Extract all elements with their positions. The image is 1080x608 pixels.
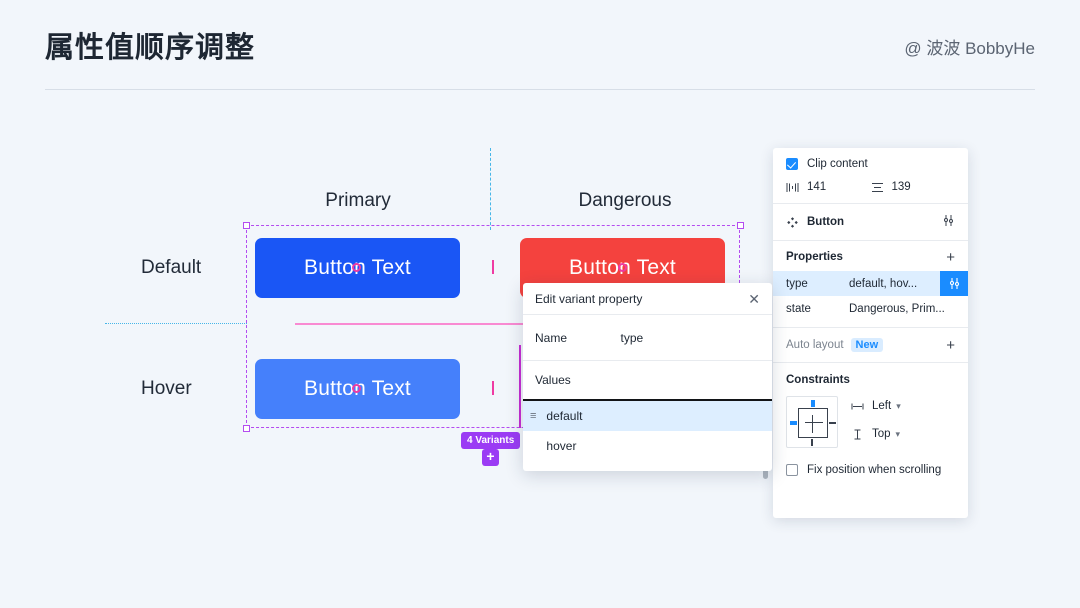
- chevron-down-icon[interactable]: ▾: [896, 401, 901, 412]
- constraints-widget[interactable]: [786, 396, 838, 448]
- dialog-title: Edit variant property: [535, 292, 642, 306]
- inspector-section-autolayout: Auto layout New +: [773, 328, 968, 363]
- property-row-type[interactable]: type default, hov...: [773, 271, 968, 296]
- variant-edge-marker: [519, 345, 521, 428]
- constraint-marker-left[interactable]: [790, 421, 797, 425]
- property-name: type: [786, 278, 849, 290]
- constraint-vertical-value: Top: [872, 428, 891, 440]
- screenshot-root: 属性值顺序调整 @ 波波 BobbyHe Primary Dangerous D…: [0, 0, 1080, 608]
- anchor-point-icon: [352, 384, 361, 393]
- horizontal-alignment-guide: [105, 323, 247, 324]
- add-variant-button[interactable]: +: [482, 449, 499, 466]
- constraints-label: Constraints: [786, 374, 955, 386]
- component-name: Button: [807, 216, 844, 228]
- property-row-state[interactable]: state Dangerous, Prim...: [773, 296, 968, 321]
- resize-handle-top-right[interactable]: [737, 222, 744, 229]
- row-label-hover: Hover: [141, 378, 192, 400]
- horizontal-padding-icon: [786, 182, 799, 193]
- column-label-dangerous: Dangerous: [560, 190, 690, 212]
- constraints-box-inner: [798, 408, 828, 438]
- drag-handle-icon[interactable]: ≡: [530, 410, 536, 422]
- vertical-alignment-guide: [490, 148, 491, 230]
- property-name: state: [786, 303, 849, 315]
- component-icon: [786, 216, 799, 229]
- fix-position-row[interactable]: Fix position when scrolling: [786, 464, 955, 476]
- property-value: Dangerous, Prim...: [849, 303, 945, 315]
- constraint-marker-top[interactable]: [811, 400, 815, 407]
- width-field[interactable]: 141: [786, 181, 871, 193]
- value-label: default: [546, 409, 582, 423]
- close-icon[interactable]: ✕: [748, 293, 760, 305]
- row-label-default: Default: [141, 257, 201, 279]
- name-label: Name: [535, 331, 621, 345]
- value-label: hover: [546, 439, 576, 453]
- width-value: 141: [807, 181, 826, 193]
- dialog-name-field[interactable]: Name type: [523, 315, 772, 361]
- fix-position-checkbox[interactable]: [786, 464, 798, 476]
- clip-content-label: Clip content: [807, 158, 868, 170]
- resize-handle-top-left[interactable]: [243, 222, 250, 229]
- auto-layout-label: Auto layout: [786, 339, 844, 351]
- height-value: 139: [892, 181, 911, 193]
- anchor-point-icon: [618, 263, 627, 272]
- constraint-marker-bottom[interactable]: [811, 439, 813, 446]
- vertical-spacing-icon: [871, 182, 884, 193]
- inspector-section-properties: Properties + type default, hov... state …: [773, 241, 968, 328]
- inspector-section-component: Button: [773, 204, 968, 241]
- constraints-dropdowns: Left ▾ Top ▾: [851, 396, 901, 444]
- fix-position-label: Fix position when scrolling: [807, 464, 941, 476]
- value-row-default[interactable]: ≡ default: [523, 401, 772, 431]
- header-divider: [45, 89, 1035, 90]
- inspector-section-constraints: Constraints Left ▾: [773, 363, 968, 489]
- constraint-horizontal-value: Left: [872, 400, 891, 412]
- add-property-button[interactable]: +: [946, 252, 955, 263]
- component-row[interactable]: Button: [786, 214, 955, 230]
- clip-content-row[interactable]: Clip content: [786, 158, 955, 170]
- properties-header: Properties +: [773, 251, 968, 271]
- add-auto-layout-button[interactable]: +: [946, 340, 955, 351]
- values-label: Values: [535, 373, 571, 387]
- inspector-panel: Clip content 141 139: [773, 148, 968, 518]
- auto-layout-new-badge: New: [851, 338, 884, 352]
- inspector-section-frame: Clip content 141 139: [773, 148, 968, 204]
- properties-label: Properties: [786, 251, 843, 263]
- anchor-point-icon: [352, 263, 361, 272]
- vertical-constraint-icon: [851, 429, 864, 440]
- value-row-hover[interactable]: ≡ hover: [523, 431, 772, 461]
- page-title: 属性值顺序调整: [45, 24, 255, 66]
- author-byline: @ 波波 BobbyHe: [904, 34, 1035, 59]
- constraint-horizontal-row[interactable]: Left ▾: [851, 396, 901, 416]
- variants-count-badge: 4 Variants: [461, 432, 520, 449]
- size-row: 141 139: [786, 181, 955, 193]
- chevron-down-icon[interactable]: ▾: [896, 429, 901, 440]
- clip-content-checkbox[interactable]: [786, 158, 798, 170]
- constraint-marker-right[interactable]: [829, 422, 836, 424]
- height-field[interactable]: 139: [871, 181, 956, 193]
- component-settings-icon[interactable]: [942, 214, 955, 230]
- edit-property-button[interactable]: [940, 271, 968, 296]
- edit-variant-property-dialog: Edit variant property ✕ Name type Values…: [523, 283, 772, 471]
- dialog-values-header: Values: [523, 361, 772, 399]
- resize-handle-bottom-left[interactable]: [243, 425, 250, 432]
- constraint-vertical-row[interactable]: Top ▾: [851, 424, 901, 444]
- dialog-header: Edit variant property ✕: [523, 283, 772, 315]
- horizontal-constraint-icon: [851, 402, 864, 411]
- name-input[interactable]: type: [621, 331, 644, 345]
- auto-layout-row: Auto layout New +: [786, 338, 955, 352]
- column-label-primary: Primary: [293, 190, 423, 212]
- property-value: default, hov...: [849, 278, 917, 290]
